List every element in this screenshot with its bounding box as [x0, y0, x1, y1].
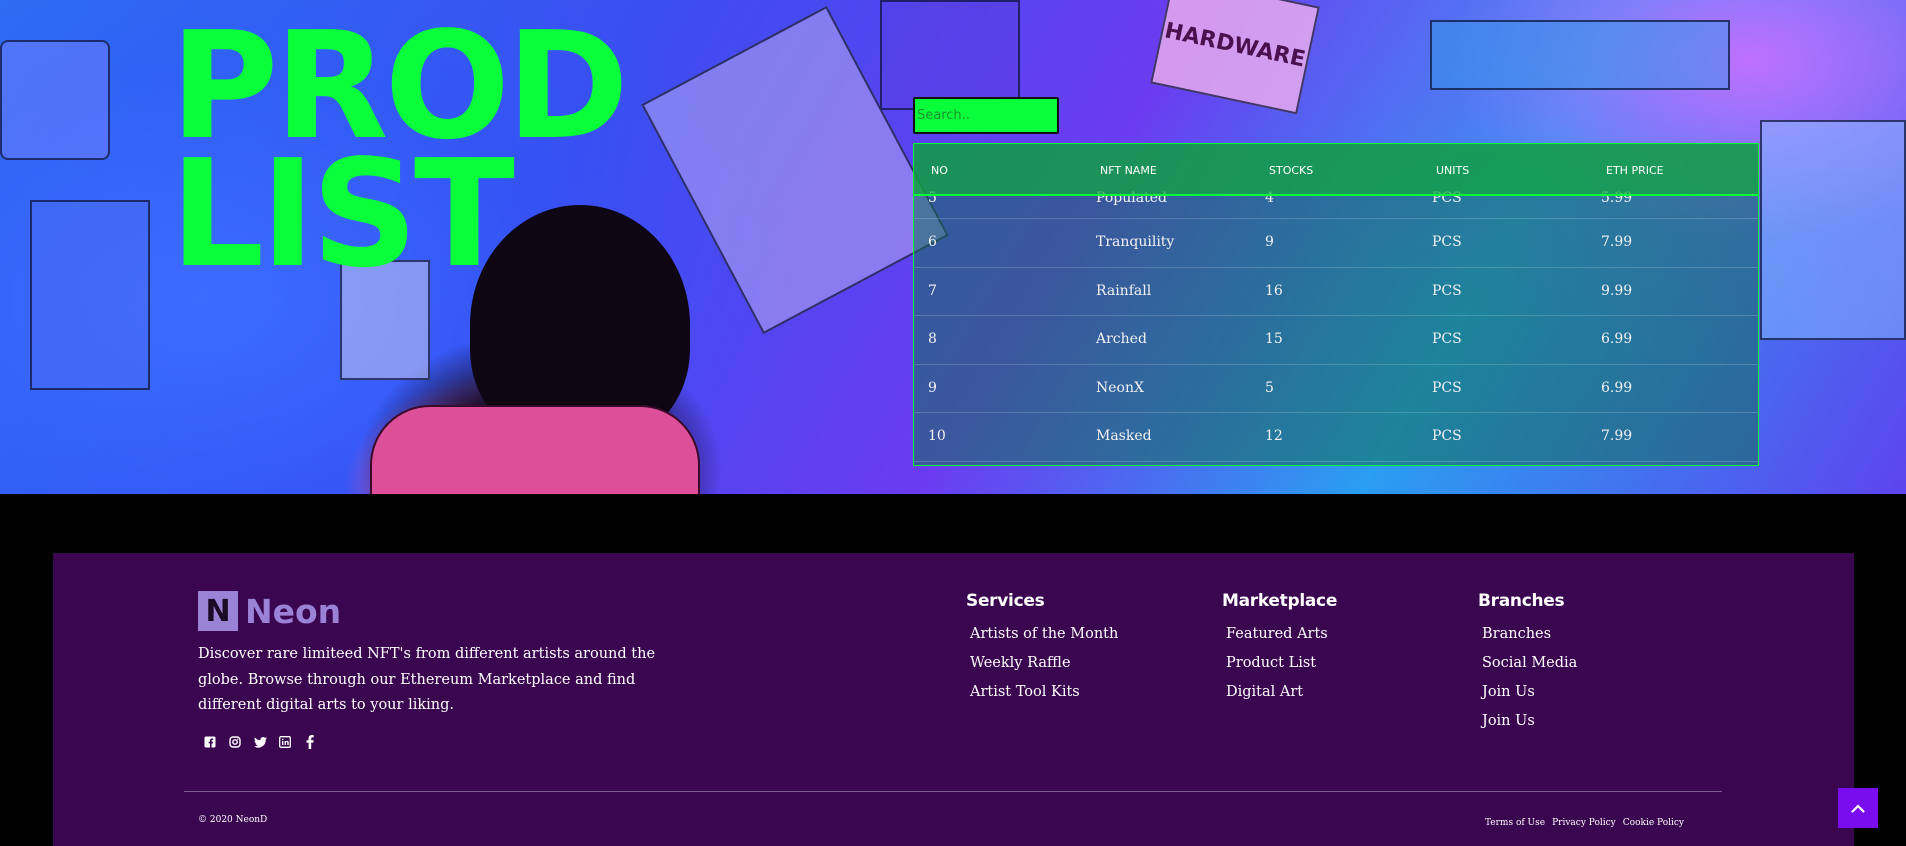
column-header-no: NO: [931, 164, 948, 177]
cell-stocks: 16: [1265, 282, 1283, 299]
cell-eth-price: 6.99: [1601, 331, 1633, 347]
cell-nft-name: Masked: [1096, 428, 1152, 444]
cell-units: PCS: [1432, 282, 1462, 299]
table-header: NO NFT NAME STOCKS UNITS ETH PRICE: [914, 144, 1758, 196]
column-header-units: UNITS: [1436, 164, 1470, 177]
hero-art-panel: [30, 200, 150, 390]
table-row: 10 Masked 12 PCS 7.99: [914, 413, 1758, 462]
back-to-top-button[interactable]: [1838, 788, 1878, 828]
table-row: 7 Rainfall 16 PCS 9.99: [914, 268, 1758, 316]
cell-stocks: 15: [1265, 331, 1283, 347]
cell-units: PCS: [1432, 379, 1462, 396]
footer-column-marketplace: Marketplace Featured Arts Product List D…: [1222, 591, 1337, 707]
table-row: 9 NeonX 5 PCS 6.99: [914, 365, 1758, 413]
footer-column-title: Services: [966, 591, 1045, 611]
cell-stocks: 5: [1265, 379, 1274, 396]
cell-eth-price: 6.99: [1601, 379, 1633, 396]
footer-link-featured-arts[interactable]: Featured Arts: [1226, 620, 1337, 649]
footer-column-title: Branches: [1478, 591, 1565, 611]
hero-art-panel: [340, 260, 430, 380]
hero-sign-text: HARDWARE: [1162, 17, 1308, 73]
table-row: 6 Tranquility 9 PCS 7.99: [914, 219, 1758, 268]
cell-no: 10: [928, 428, 946, 444]
table-row: 8 Arched 15 PCS 6.99: [914, 316, 1758, 365]
cell-eth-price: 9.99: [1601, 282, 1633, 299]
cell-eth-price: 7.99: [1601, 428, 1633, 444]
cell-units: PCS: [1432, 428, 1462, 444]
cell-stocks: 12: [1265, 428, 1283, 444]
column-header-stocks: STOCKS: [1269, 164, 1314, 177]
cell-no: 8: [928, 331, 937, 347]
footer-column-branches: Branches Branches Social Media Join Us J…: [1478, 591, 1577, 736]
table-row: 5 Populated 4 PCS 5.99: [914, 190, 1758, 219]
cell-units: PCS: [1432, 234, 1462, 250]
table-body[interactable]: 5 Populated 4 PCS 5.99 6 Tranquility 9 P…: [914, 190, 1758, 462]
footer-column-title: Marketplace: [1222, 591, 1338, 611]
cell-stocks: 9: [1265, 234, 1274, 250]
cell-nft-name: NeonX: [1096, 379, 1144, 396]
cell-no: 6: [928, 234, 937, 250]
footer-link-product-list[interactable]: Product List: [1226, 649, 1337, 678]
footer-link-artist-tool-kits[interactable]: Artist Tool Kits: [970, 678, 1118, 707]
cell-units: PCS: [1432, 331, 1462, 347]
page-title-line2: LIST: [170, 128, 515, 278]
hero-art-panel: [880, 0, 1020, 110]
copyright: © 2020 NeonD: [198, 815, 268, 825]
hero-figure-jacket: [370, 405, 700, 494]
cell-eth-price: 7.99: [1601, 234, 1633, 250]
brand-name: Neon: [245, 591, 342, 631]
footer-link-join-us[interactable]: Join Us: [1482, 678, 1577, 707]
instagram-icon[interactable]: [227, 734, 243, 750]
privacy-policy-link[interactable]: Privacy Policy: [1552, 818, 1616, 828]
cell-no: 7: [928, 282, 937, 299]
hero-art-panel: [0, 40, 110, 160]
footer-link-weekly-raffle[interactable]: Weekly Raffle: [970, 649, 1118, 678]
footer-column-services: Services Artists of the Month Weekly Raf…: [966, 591, 1118, 707]
legal-links: Terms of Use Privacy Policy Cookie Polic…: [1485, 818, 1684, 828]
column-header-nft-name: NFT NAME: [1100, 164, 1157, 177]
hero-art-panel: [1760, 120, 1906, 340]
footer-link-branches[interactable]: Branches: [1482, 620, 1577, 649]
cookie-policy-link[interactable]: Cookie Policy: [1623, 818, 1684, 828]
cell-nft-name: Rainfall: [1096, 282, 1152, 299]
hero-sign: HARDWARE: [1150, 0, 1320, 115]
footer-link-artists-of-the-month[interactable]: Artists of the Month: [970, 620, 1118, 649]
hero-section: HARDWARE PROD LIST NO NFT NAME STOCKS UN…: [0, 0, 1906, 494]
hero-art-panel: [1430, 20, 1730, 90]
cell-nft-name: Tranquility: [1096, 234, 1175, 250]
logo-mark: N: [198, 591, 238, 631]
footer-description: Discover rare limiteed NFT's from differ…: [198, 646, 656, 713]
terms-of-use-link[interactable]: Terms of Use: [1485, 818, 1545, 828]
column-header-eth-price: ETH PRICE: [1606, 164, 1664, 177]
twitter-icon[interactable]: [252, 734, 268, 750]
social-links: [202, 734, 318, 750]
chevron-up-icon: [1851, 803, 1865, 813]
page-title: PROD LIST: [170, 22, 750, 278]
footer-logo[interactable]: N Neon: [198, 591, 341, 631]
product-table[interactable]: NO NFT NAME STOCKS UNITS ETH PRICE 5 Pop…: [913, 143, 1759, 466]
cell-nft-name: Arched: [1096, 331, 1147, 347]
cell-no: 9: [928, 379, 937, 396]
linkedin-icon[interactable]: [277, 734, 293, 750]
site-footer: N Neon Discover rare limiteed NFT's from…: [53, 553, 1854, 846]
facebook-icon[interactable]: [202, 734, 218, 750]
facebook-f-icon[interactable]: [302, 734, 318, 750]
footer-link-join-us[interactable]: Join Us: [1482, 707, 1577, 736]
search-input[interactable]: [913, 97, 1059, 134]
footer-divider: [184, 791, 1722, 792]
footer-link-social-media[interactable]: Social Media: [1482, 649, 1577, 678]
footer-link-digital-art[interactable]: Digital Art: [1226, 678, 1337, 707]
